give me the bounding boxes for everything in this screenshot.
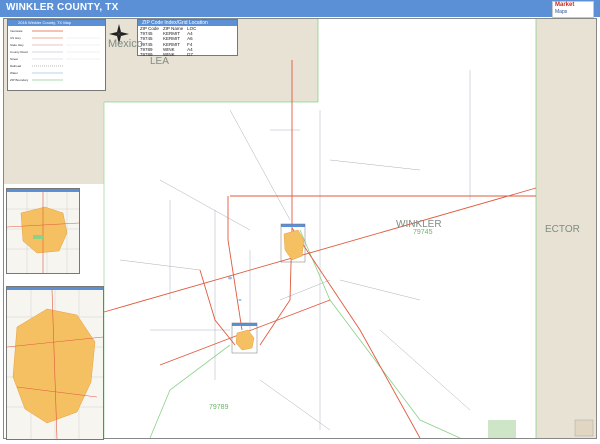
water-feature <box>228 276 232 280</box>
park-area <box>488 420 516 438</box>
legend-row: Water <box>10 71 18 75</box>
zip-index-box: ZIP Code Index/Grid Location ZIP Code ZI… <box>137 19 238 57</box>
legend-row: ZIP Boundary <box>10 78 29 82</box>
legend-row: Interstate <box>10 29 23 33</box>
kermit-town <box>283 229 305 261</box>
zip-label: 79745 <box>413 229 433 236</box>
table-cell: D7 <box>187 52 193 58</box>
map-legend: 2016 Winkler County, TX Map Interstate U… <box>7 19 106 91</box>
legend-row: County Road <box>10 50 28 54</box>
inset-title-bar <box>7 189 79 192</box>
legend-symbols: Interstate US Hwy State Hwy County Road … <box>10 29 100 82</box>
table-row: 79745 KERMIT A6 <box>140 36 200 41</box>
lea-county-label: LEA <box>150 56 169 67</box>
zip-index-table: ZIP Code ZIP Name LOC 79745 KERMIT A4 79… <box>140 26 200 57</box>
ector-county-label: ECTOR <box>545 224 580 235</box>
scale-box <box>574 419 594 437</box>
kermit-inset-bar <box>281 224 305 227</box>
legend-row: State Hwy <box>10 43 24 47</box>
lea-county-strip <box>4 102 104 184</box>
wink-inset-drawing <box>6 289 104 440</box>
wink-town <box>235 329 255 351</box>
wink-inset-bar <box>232 323 257 326</box>
zip-label: 79789 <box>209 404 229 411</box>
kermit-inset-drawing <box>6 192 80 273</box>
water-feature <box>238 299 242 301</box>
legend-row: US Hwy <box>10 36 21 40</box>
kermit-inset-map[interactable] <box>6 188 80 274</box>
wink-inset-map[interactable] <box>6 286 104 440</box>
legend-row: Street <box>10 57 18 61</box>
legend-row: Railroad <box>10 64 22 68</box>
inset-title-bar <box>7 287 103 290</box>
mexico-label: Mexico <box>108 38 143 50</box>
